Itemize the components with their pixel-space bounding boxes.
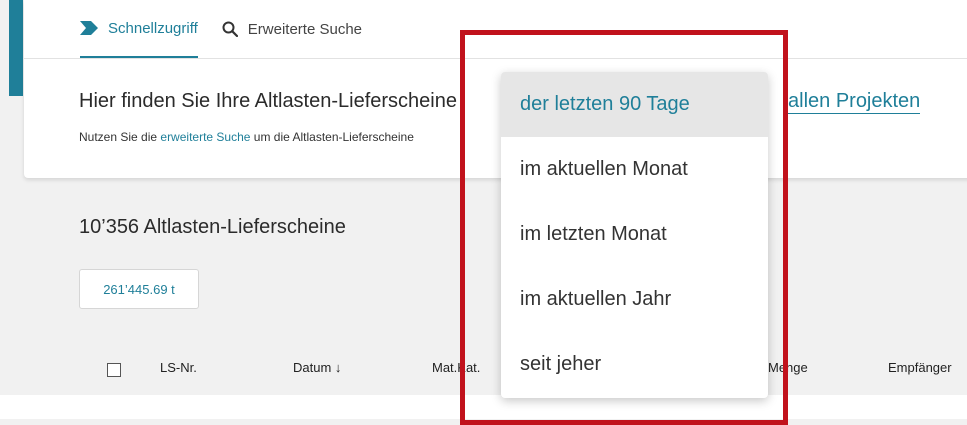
delivery-note-count: 10’356 Altlasten-Lieferscheine <box>79 216 346 238</box>
search-hint: Nutzen Sie die erweiterte Suche um die A… <box>79 130 414 144</box>
period-option-current-month[interactable]: im aktuellen Monat <box>501 137 768 202</box>
col-ls-nr[interactable]: LS-Nr. <box>160 360 197 375</box>
tab-schnellzugriff-label: Schnellzugriff <box>108 19 198 37</box>
left-accent-bar <box>9 0 23 96</box>
period-option-last-month[interactable]: im letzten Monat <box>501 202 768 267</box>
hint-prefix: Nutzen Sie die <box>79 130 158 144</box>
all-projects-link[interactable]: allen Projekten <box>788 90 921 114</box>
tonnage-badge[interactable]: 261’445.69 t <box>79 269 199 309</box>
col-mat-kat[interactable]: Mat.Kat. <box>432 360 480 375</box>
tab-erweiterte-suche-label: Erweiterte Suche <box>247 20 363 38</box>
chevron-tag-icon <box>80 21 98 35</box>
col-datum[interactable]: Datum ↓ <box>293 360 341 375</box>
period-option-current-year[interactable]: im aktuellen Jahr <box>501 267 768 332</box>
col-menge[interactable]: Menge <box>768 360 808 375</box>
tab-erweiterte-suche[interactable]: Erweiterte Suche <box>222 0 362 58</box>
tab-bar: Schnellzugriff Erweiterte Suche <box>80 0 386 58</box>
table-body-start <box>0 395 967 419</box>
tabs-divider <box>24 58 967 59</box>
hint-suffix: um die Altlasten-Lieferscheine <box>253 130 414 144</box>
select-all-checkbox[interactable] <box>107 363 121 377</box>
tab-schnellzugriff[interactable]: Schnellzugriff <box>80 0 198 58</box>
period-option-all-time[interactable]: seit jeher <box>501 332 768 397</box>
table-header: LS-Nr. Datum ↓ Mat.Kat. Menge Empfänger <box>0 352 967 388</box>
period-dropdown-menu: der letzten 90 Tage im aktuellen Monat i… <box>501 72 768 398</box>
page-headline: Hier finden Sie Ihre Altlasten-Liefersch… <box>79 90 457 112</box>
period-option-last-90-days[interactable]: der letzten 90 Tage <box>501 72 768 137</box>
search-icon <box>222 21 238 37</box>
col-empfaenger[interactable]: Empfänger <box>888 360 952 375</box>
advanced-search-link[interactable]: erweiterte Suche <box>160 130 250 144</box>
